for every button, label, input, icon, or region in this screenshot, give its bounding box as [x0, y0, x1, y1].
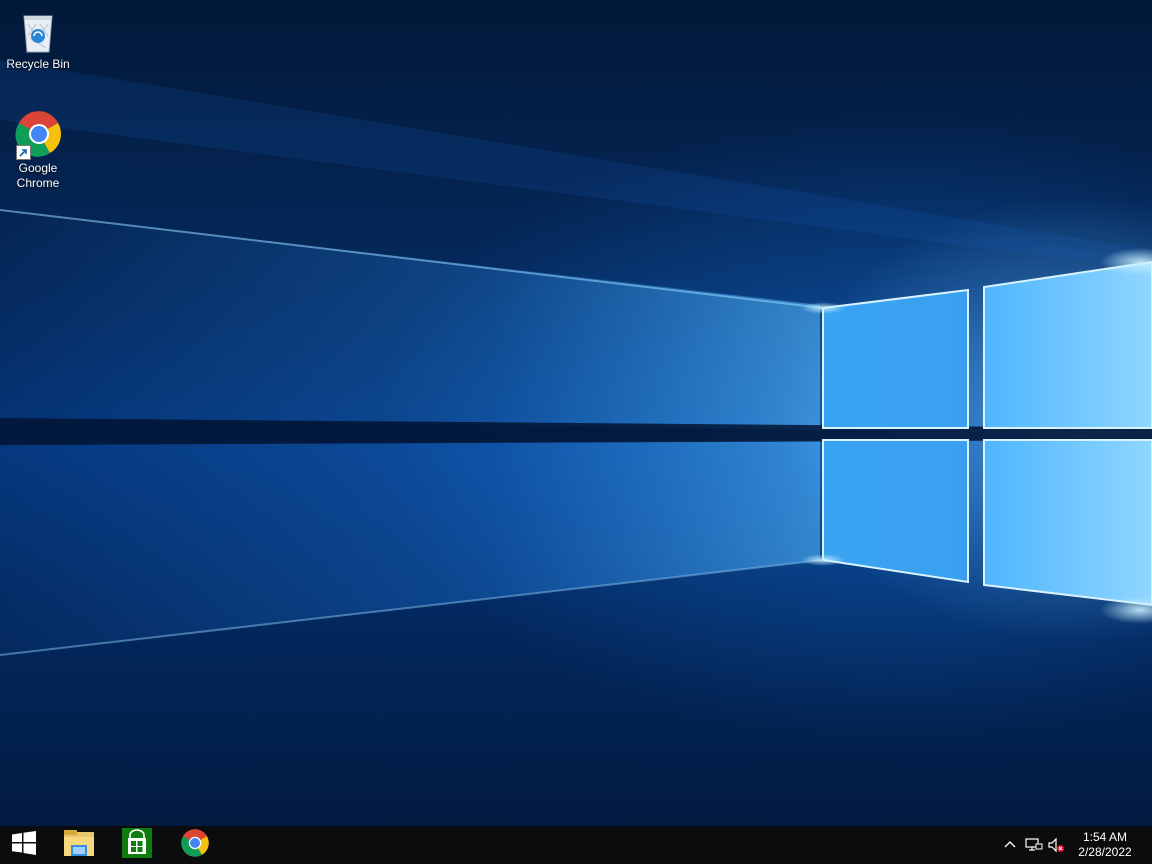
taskbar-microsoft-store[interactable] [113, 826, 161, 864]
desktop-wallpaper: Recycle Bin Google Chrome [0, 0, 1152, 826]
clock[interactable]: 1:54 AM 2/28/2022 [1072, 830, 1138, 860]
start-button[interactable] [0, 826, 48, 864]
desktop-icon-recycle-bin[interactable]: Recycle Bin [0, 6, 76, 72]
taskbar: 1:54 AM 2/28/2022 [0, 826, 1152, 864]
shortcut-arrow-icon [16, 145, 31, 160]
microsoft-store-icon [122, 827, 152, 863]
system-tray: 1:54 AM 2/28/2022 [992, 826, 1152, 864]
chrome-icon [14, 110, 62, 160]
taskbar-google-chrome[interactable] [171, 826, 219, 864]
clock-date: 2/28/2022 [1078, 845, 1132, 859]
volume-muted-icon[interactable] [1047, 837, 1064, 853]
windows-logo-wallpaper [0, 60, 1152, 656]
desktop-icon-label: Google Chrome [16, 161, 60, 190]
recycle-bin-icon [14, 6, 62, 54]
desktop-icon-google-chrome[interactable]: Google Chrome [0, 110, 76, 191]
chrome-icon [180, 828, 210, 863]
file-explorer-icon [62, 828, 96, 863]
windows-start-icon [11, 830, 37, 860]
taskbar-file-explorer[interactable] [55, 826, 103, 864]
desktop-icon-label: Recycle Bin [6, 57, 70, 71]
clock-time: 1:54 AM [1082, 830, 1128, 844]
network-icon[interactable] [1025, 837, 1043, 853]
chevron-up-icon[interactable] [1002, 837, 1018, 853]
